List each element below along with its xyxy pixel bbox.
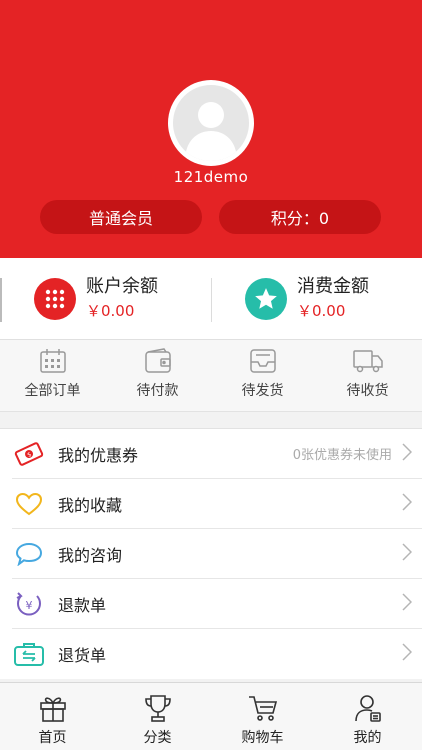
order-pending-payment[interactable]: 待付款 (105, 340, 210, 412)
star-icon (245, 278, 287, 320)
chevron-right-icon (402, 492, 413, 515)
spend-amount-value: ￥0.00 (297, 302, 346, 320)
order-pending-receipt-label: 待收货 (346, 383, 389, 399)
refund-icon: ¥ (12, 589, 46, 619)
account-balance-value: ￥0.00 (86, 302, 135, 320)
menu-item-favorites[interactable]: 我的收藏 (12, 479, 422, 529)
heart-icon (12, 489, 46, 519)
spend-amount[interactable]: 消费金额 ￥0.00 (245, 258, 369, 340)
bottom-tab-bar: 首页 分类 购物车 我的 (0, 682, 422, 750)
order-pending-receipt[interactable]: 待收货 (315, 340, 420, 412)
order-all-label: 全部订单 (24, 383, 81, 399)
menu-item-returns[interactable]: 退货单 (12, 629, 422, 679)
menu-item-label: 退货单 (58, 646, 107, 665)
menu-item-inquiries[interactable]: 我的咨询 (12, 529, 422, 579)
menu-item-label: 我的优惠券 (58, 445, 139, 465)
user-icon (315, 683, 420, 723)
tab-home[interactable]: 首页 (0, 683, 105, 750)
account-balance[interactable]: 账户余额 ￥0.00 (34, 258, 158, 340)
chevron-right-icon (402, 442, 413, 465)
coupon-hint: 0张优惠券未使用 (292, 448, 392, 463)
order-pending-shipment-label: 待发货 (241, 383, 284, 399)
balance-section: 账户余额 ￥0.00 消费金额 ￥0.00 (0, 258, 422, 340)
username: 121demo (173, 168, 249, 186)
tab-cart[interactable]: 购物车 (210, 683, 315, 750)
wallet-icon (105, 340, 210, 374)
tab-label: 分类 (143, 730, 172, 746)
cart-icon (210, 683, 315, 723)
chevron-right-icon (402, 643, 413, 665)
order-pending-payment-label: 待付款 (136, 383, 179, 399)
grid-dots-icon (34, 278, 76, 320)
menu-item-label: 我的收藏 (58, 495, 123, 515)
chat-bubble-icon (12, 539, 46, 569)
tab-label: 我的 (353, 730, 382, 746)
divider (211, 278, 212, 322)
default-user-icon (173, 85, 249, 161)
truck-icon (315, 340, 420, 374)
tray-icon (210, 340, 315, 374)
spend-amount-label: 消费金额 (297, 276, 369, 297)
tab-category[interactable]: 分类 (105, 683, 210, 750)
menu-item-label: 退款单 (58, 595, 107, 615)
calendar-icon (0, 340, 105, 374)
menu-item-refunds[interactable]: ¥ 退款单 (12, 579, 422, 629)
order-all[interactable]: 全部订单 (0, 340, 105, 412)
profile-header: 121demo 普通会员 积分：0 (0, 0, 422, 258)
tab-mine[interactable]: 我的 (315, 683, 420, 750)
chevron-right-icon (402, 592, 413, 615)
gift-icon (0, 683, 105, 723)
avatar[interactable] (168, 80, 254, 166)
tab-label: 购物车 (241, 730, 284, 746)
member-level-badge[interactable]: 普通会员 (40, 200, 202, 234)
account-balance-label: 账户余额 (86, 276, 158, 297)
points-badge[interactable]: 积分：0 (219, 200, 381, 234)
order-status-bar: 全部订单 待付款 待发货 待收货 (0, 340, 422, 412)
return-box-icon (12, 639, 46, 669)
tab-label: 首页 (38, 730, 67, 746)
account-menu: $ 我的优惠券 0张优惠券未使用 我的收藏 我的咨询 ¥ 退款单 退货单 (0, 428, 422, 679)
menu-item-label: 我的咨询 (58, 545, 123, 565)
trophy-icon (105, 683, 210, 723)
menu-item-coupons[interactable]: $ 我的优惠券 0张优惠券未使用 (12, 429, 422, 479)
divider (0, 278, 2, 322)
order-pending-shipment[interactable]: 待发货 (210, 340, 315, 412)
coupon-icon: $ (12, 439, 46, 469)
chevron-right-icon (402, 542, 413, 565)
svg-text:¥: ¥ (26, 599, 33, 612)
